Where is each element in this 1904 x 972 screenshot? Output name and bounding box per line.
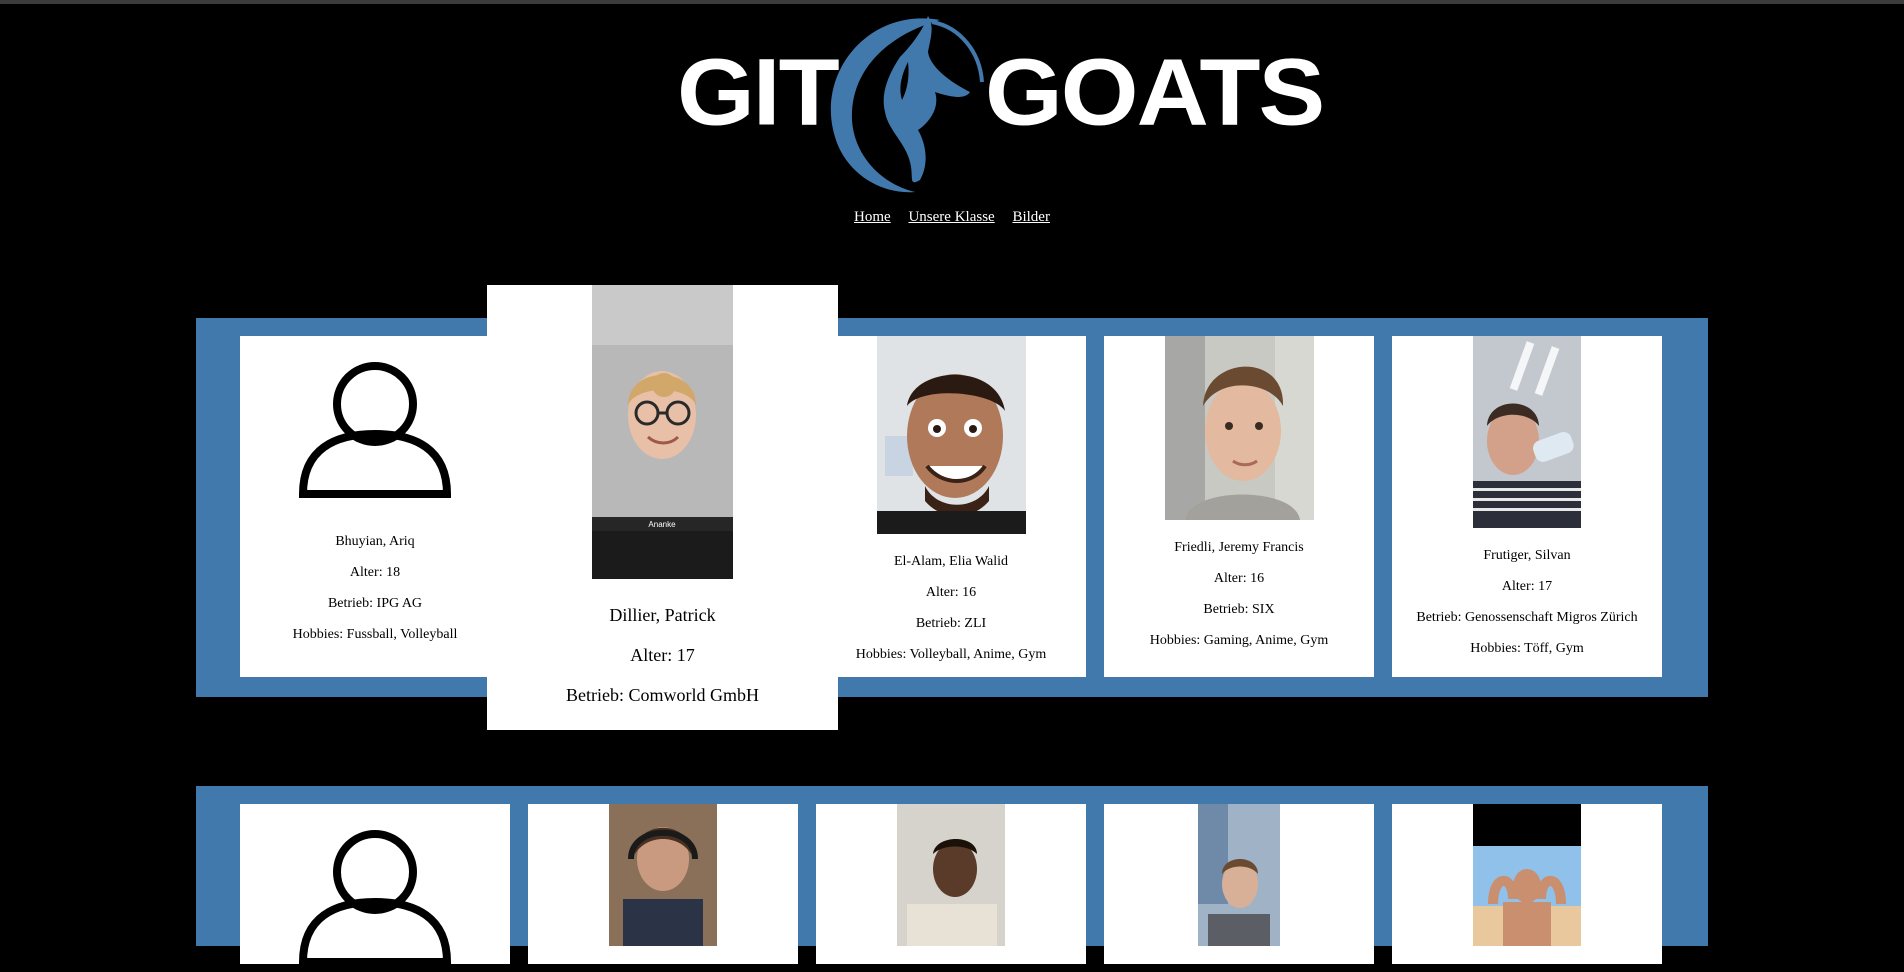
face-illustration (876, 336, 1026, 534)
student-company: Betrieb: Comworld GmbH (566, 685, 759, 705)
face-illustration (609, 804, 717, 946)
student-card-el-alam[interactable]: El-Alam, Elia Walid Alter: 16 Betrieb: Z… (816, 336, 1086, 677)
student-card-friedli[interactable]: Friedli, Jeremy Francis Alter: 16 Betrie… (1104, 336, 1374, 677)
student-hobbies: Hobbies: Fussball, Volleyball (292, 627, 458, 642)
user-placeholder-icon (298, 830, 452, 966)
photo-caption: Ananke (648, 520, 676, 529)
student-company: Betrieb: Genossenschaft Migros Zürich (1416, 610, 1638, 625)
student-name: El-Alam, Elia Walid (893, 554, 1009, 569)
student-age: Alter: 16 (1213, 571, 1265, 586)
student-photo: Ananke (592, 285, 733, 579)
goat-head-icon (830, 16, 984, 193)
nav-unsere-klasse[interactable]: Unsere Klasse (908, 209, 994, 225)
student-photo (1198, 804, 1280, 946)
student-company: Betrieb: ZLI (915, 616, 987, 631)
site-logo[interactable]: GIT GOATS (660, 12, 1325, 197)
face-illustration (1164, 336, 1314, 520)
student-name: Friedli, Jeremy Francis (1174, 540, 1304, 555)
student-card[interactable] (1104, 804, 1374, 964)
browser-top-line (0, 0, 1904, 4)
student-company: Betrieb: IPG AG (327, 596, 423, 611)
student-card-dillier[interactable]: Ananke Dillier, Patrick Alter: 17 Betrie… (487, 285, 838, 730)
student-row-1: Bhuyian, Ariq Alter: 18 Betrieb: IPG AG … (196, 318, 1708, 697)
face-illustration (1198, 804, 1280, 946)
logo-text-right: GOATS (985, 38, 1325, 146)
student-card-bhuyian[interactable]: Bhuyian, Ariq Alter: 18 Betrieb: IPG AG … (240, 336, 510, 677)
student-photo (876, 336, 1026, 534)
student-photo (1473, 804, 1581, 946)
student-age: Alter: 17 (1501, 579, 1553, 594)
student-card[interactable] (240, 804, 510, 966)
student-photo (897, 804, 1005, 946)
student-age: Alter: 18 (349, 565, 401, 580)
student-hobbies: Hobbies: Töff, Gym (1470, 641, 1584, 656)
face-illustration (897, 804, 1005, 946)
student-card-frutiger[interactable]: Frutiger, Silvan Alter: 17 Betrieb: Geno… (1392, 336, 1662, 677)
student-hobbies: Hobbies: Gaming, Anime, Gym (1149, 633, 1329, 648)
nav-home[interactable]: Home (854, 209, 891, 225)
user-placeholder-icon (298, 362, 452, 498)
main-nav: Home Unsere Klasse Bilder (0, 209, 1904, 226)
student-row-2 (196, 786, 1708, 966)
student-age: Alter: 16 (925, 585, 977, 600)
student-photo (1473, 336, 1581, 528)
student-company: Betrieb: SIX (1203, 602, 1275, 617)
student-name: Frutiger, Silvan (1483, 548, 1571, 563)
student-hobbies: Hobbies: Volleyball, Anime, Gym (855, 647, 1047, 662)
student-photo (1164, 336, 1314, 520)
face-illustration: Ananke (592, 285, 733, 579)
student-age: Alter: 17 (630, 645, 695, 665)
student-name: Bhuyian, Ariq (335, 534, 415, 549)
face-illustration (1473, 804, 1581, 946)
student-card[interactable] (816, 804, 1086, 964)
student-name: Dillier, Patrick (609, 605, 716, 625)
face-illustration (1473, 336, 1581, 528)
nav-bilder[interactable]: Bilder (1012, 209, 1050, 225)
student-card[interactable] (528, 804, 798, 964)
student-card[interactable] (1392, 804, 1662, 964)
student-photo (609, 804, 717, 946)
